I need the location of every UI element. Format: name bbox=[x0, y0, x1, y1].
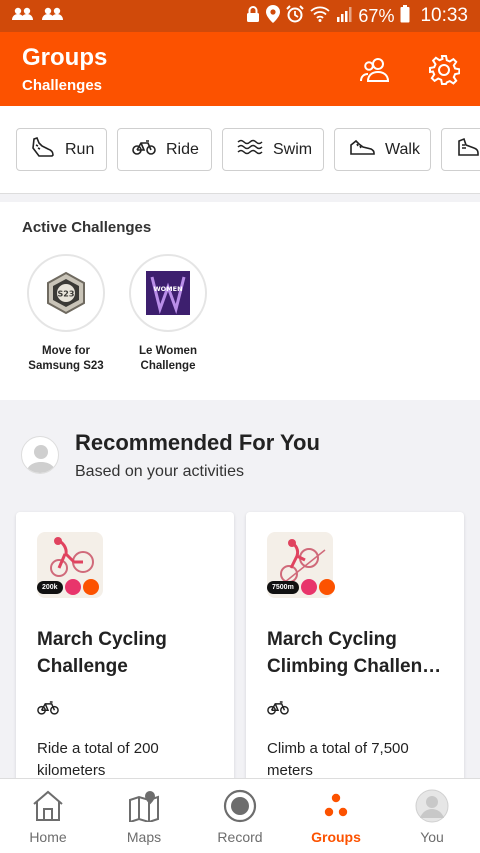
challenge-card[interactable]: 200k March Cycling Challenge Ride a tota… bbox=[16, 512, 234, 780]
challenge-badge-label: Le Women Challenge bbox=[139, 345, 197, 372]
tag-distance: 200k bbox=[37, 580, 63, 594]
nav-you[interactable]: You bbox=[384, 779, 480, 853]
record-icon bbox=[223, 789, 257, 823]
nav-groups[interactable]: Groups bbox=[288, 779, 384, 853]
challenge-badge-icon: S23 bbox=[27, 254, 105, 332]
active-challenges-section: Active Challenges S23 Move for Samsung S… bbox=[0, 202, 480, 400]
nav-maps[interactable]: Maps bbox=[96, 779, 192, 853]
status-time: 10:33 bbox=[420, 5, 468, 26]
challenge-badge-le-women[interactable]: WOMEN Le Women Challenge bbox=[128, 254, 208, 374]
recommended-subtitle: Based on your activities bbox=[75, 463, 244, 480]
challenge-title: March Cycling Challenge bbox=[37, 629, 167, 677]
bike-icon bbox=[37, 700, 59, 720]
nav-home[interactable]: Home bbox=[0, 779, 96, 853]
chip-ride[interactable]: Ride bbox=[117, 128, 212, 171]
home-icon bbox=[31, 789, 65, 823]
chip-label: Run bbox=[65, 140, 95, 158]
challenge-description: Ride a total of 200 kilometers bbox=[37, 740, 159, 779]
avatar-icon bbox=[415, 789, 449, 823]
chip-hike[interactable] bbox=[441, 128, 480, 171]
bike-icon bbox=[132, 139, 156, 160]
recommended-section: Recommended For You Based on your activi… bbox=[0, 408, 480, 780]
challenge-badge-icon: WOMEN bbox=[129, 254, 207, 332]
nav-label: Maps bbox=[126, 829, 162, 845]
nav-label: You bbox=[420, 829, 444, 845]
group-notify-icon bbox=[12, 6, 34, 27]
thumbs-up-icon bbox=[300, 579, 317, 595]
battery-icon bbox=[400, 4, 410, 28]
wifi-icon bbox=[310, 6, 331, 27]
challenge-badge-samsung[interactable]: S23 Move for Samsung S23 bbox=[26, 254, 106, 374]
app-header: Groups Challenges bbox=[0, 32, 480, 106]
sport-filter-chips: Run Ride Swim Walk bbox=[0, 106, 480, 194]
challenge-tag: 200k bbox=[37, 578, 99, 596]
svg-text:WOMEN: WOMEN bbox=[153, 285, 182, 293]
walk-shoe-icon bbox=[349, 138, 375, 161]
challenge-tag: 7500m bbox=[267, 578, 335, 596]
signal-icon bbox=[336, 6, 352, 27]
nav-label: Home bbox=[29, 829, 67, 845]
svg-text:S23: S23 bbox=[58, 290, 75, 299]
chip-swim[interactable]: Swim bbox=[222, 128, 324, 171]
groups-icon bbox=[321, 789, 351, 823]
thumbs-up-icon bbox=[64, 579, 81, 595]
challenge-badge-label: Move for Samsung S23 bbox=[28, 345, 104, 372]
strava-icon bbox=[82, 579, 99, 595]
nav-record[interactable]: Record bbox=[192, 779, 288, 853]
hike-boot-icon bbox=[456, 137, 480, 162]
chip-walk[interactable]: Walk bbox=[334, 128, 431, 171]
people-icon[interactable] bbox=[358, 52, 394, 88]
recommended-title: Recommended For You bbox=[75, 430, 320, 455]
chip-label: Walk bbox=[385, 140, 420, 158]
chip-label: Ride bbox=[166, 140, 199, 158]
group-notify-icon bbox=[42, 6, 64, 27]
challenge-card[interactable]: 7500m March Cycling Climbing Challen… Cl… bbox=[246, 512, 464, 780]
battery-percent: 67% bbox=[358, 5, 395, 26]
chip-run[interactable]: Run bbox=[16, 128, 107, 171]
nav-label: Record bbox=[217, 829, 263, 845]
status-bar: 67% 10:33 bbox=[0, 0, 480, 32]
location-icon bbox=[266, 4, 281, 28]
bottom-nav: Home Maps Record Groups You bbox=[0, 778, 480, 853]
section-title: Active Challenges bbox=[22, 219, 152, 236]
page-subtitle[interactable]: Challenges bbox=[22, 77, 102, 94]
challenge-description: Climb a total of 7,500 meters bbox=[267, 740, 409, 779]
strava-icon bbox=[318, 579, 335, 595]
challenge-title: March Cycling Climbing Challen… bbox=[267, 629, 442, 677]
shoe-icon bbox=[31, 136, 55, 163]
alarm-icon bbox=[286, 4, 305, 28]
chip-label: Swim bbox=[273, 140, 313, 158]
map-icon bbox=[128, 789, 160, 823]
tag-elevation: 7500m bbox=[267, 580, 299, 594]
waves-icon bbox=[237, 138, 263, 161]
page-title: Groups bbox=[22, 44, 108, 71]
bike-icon bbox=[267, 700, 289, 720]
avatar-icon bbox=[21, 436, 59, 474]
gear-icon[interactable] bbox=[426, 52, 462, 88]
nav-label: Groups bbox=[311, 829, 361, 845]
lock-icon bbox=[246, 5, 260, 27]
